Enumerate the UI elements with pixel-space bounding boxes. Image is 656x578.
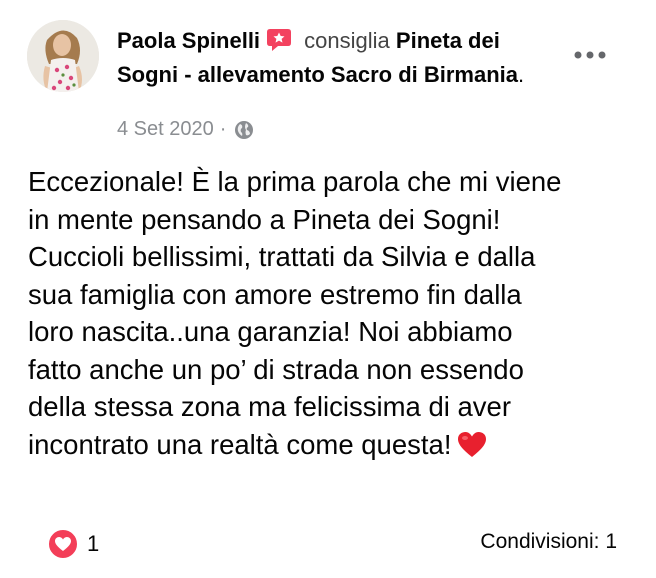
love-reaction-icon xyxy=(47,528,79,560)
post-header: Paola Spinelli consiglia Pineta dei Sogn… xyxy=(117,26,557,90)
header-period: . xyxy=(518,62,525,87)
globe-icon[interactable] xyxy=(234,120,254,140)
meta-separator: · xyxy=(219,118,227,140)
reaction-count: 1 xyxy=(87,531,100,556)
shares-count[interactable]: Condivisioni: 1 xyxy=(480,530,617,554)
recommend-badge-icon xyxy=(266,28,292,60)
action-verb: consiglia xyxy=(304,28,390,53)
post-body-text: Eccezionale! È la prima parola che mi vi… xyxy=(28,166,562,460)
post-date[interactable]: 4 Set 2020 xyxy=(117,118,214,141)
post-footer: 1 Condivisioni: 1 xyxy=(47,528,617,560)
post-body: Eccezionale! È la prima parola che mi vi… xyxy=(28,163,628,463)
author-avatar[interactable] xyxy=(27,20,99,92)
reactions-summary[interactable]: 1 xyxy=(47,528,99,560)
post-meta: 4 Set 2020 · xyxy=(117,118,254,141)
more-options-icon[interactable] xyxy=(570,40,610,70)
red-heart-emoji-icon xyxy=(457,430,487,460)
recommendation-post: Paola Spinelli consiglia Pineta dei Sogn… xyxy=(0,0,656,578)
author-name[interactable]: Paola Spinelli xyxy=(117,28,260,53)
